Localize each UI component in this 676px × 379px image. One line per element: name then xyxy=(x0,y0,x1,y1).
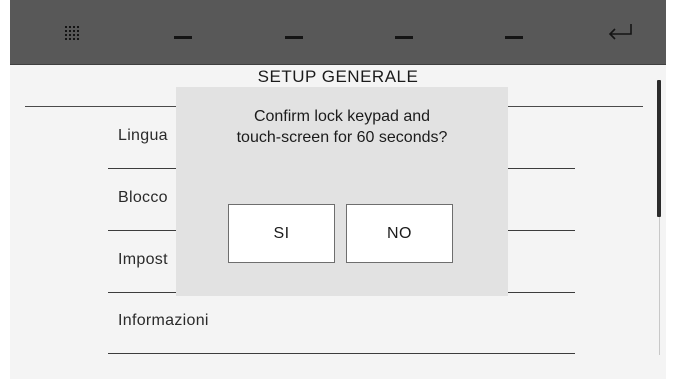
dash-icon[interactable] xyxy=(505,36,523,39)
dash-icon[interactable] xyxy=(395,36,413,39)
dash-icon[interactable] xyxy=(174,36,192,39)
scrollbar-thumb[interactable] xyxy=(657,80,661,217)
dash-icon[interactable] xyxy=(285,36,303,39)
menu-item-label: Lingua xyxy=(118,127,168,144)
top-bar xyxy=(10,0,666,65)
scrollbar[interactable] xyxy=(657,80,662,355)
device-screen: SETUP GENERALE Lingua Blocco Impost Info… xyxy=(10,0,666,379)
confirm-dialog: Confirm lock keypad and touch-screen for… xyxy=(176,87,508,296)
grid-icon[interactable] xyxy=(64,25,80,41)
no-button[interactable]: NO xyxy=(346,204,453,263)
return-arrow-icon[interactable] xyxy=(607,22,633,42)
menu-item-label: Impost xyxy=(118,251,168,268)
dialog-message: Confirm lock keypad and touch-screen for… xyxy=(176,106,508,148)
yes-button[interactable]: SI xyxy=(228,204,335,263)
menu-item-informazioni[interactable]: Informazioni xyxy=(108,292,575,354)
menu-item-label: Blocco xyxy=(118,189,168,206)
dialog-message-line: Confirm lock keypad and xyxy=(253,108,431,125)
dialog-message-line: touch-screen for 60 seconds? xyxy=(236,129,448,146)
menu-item-label: Informazioni xyxy=(118,312,209,329)
